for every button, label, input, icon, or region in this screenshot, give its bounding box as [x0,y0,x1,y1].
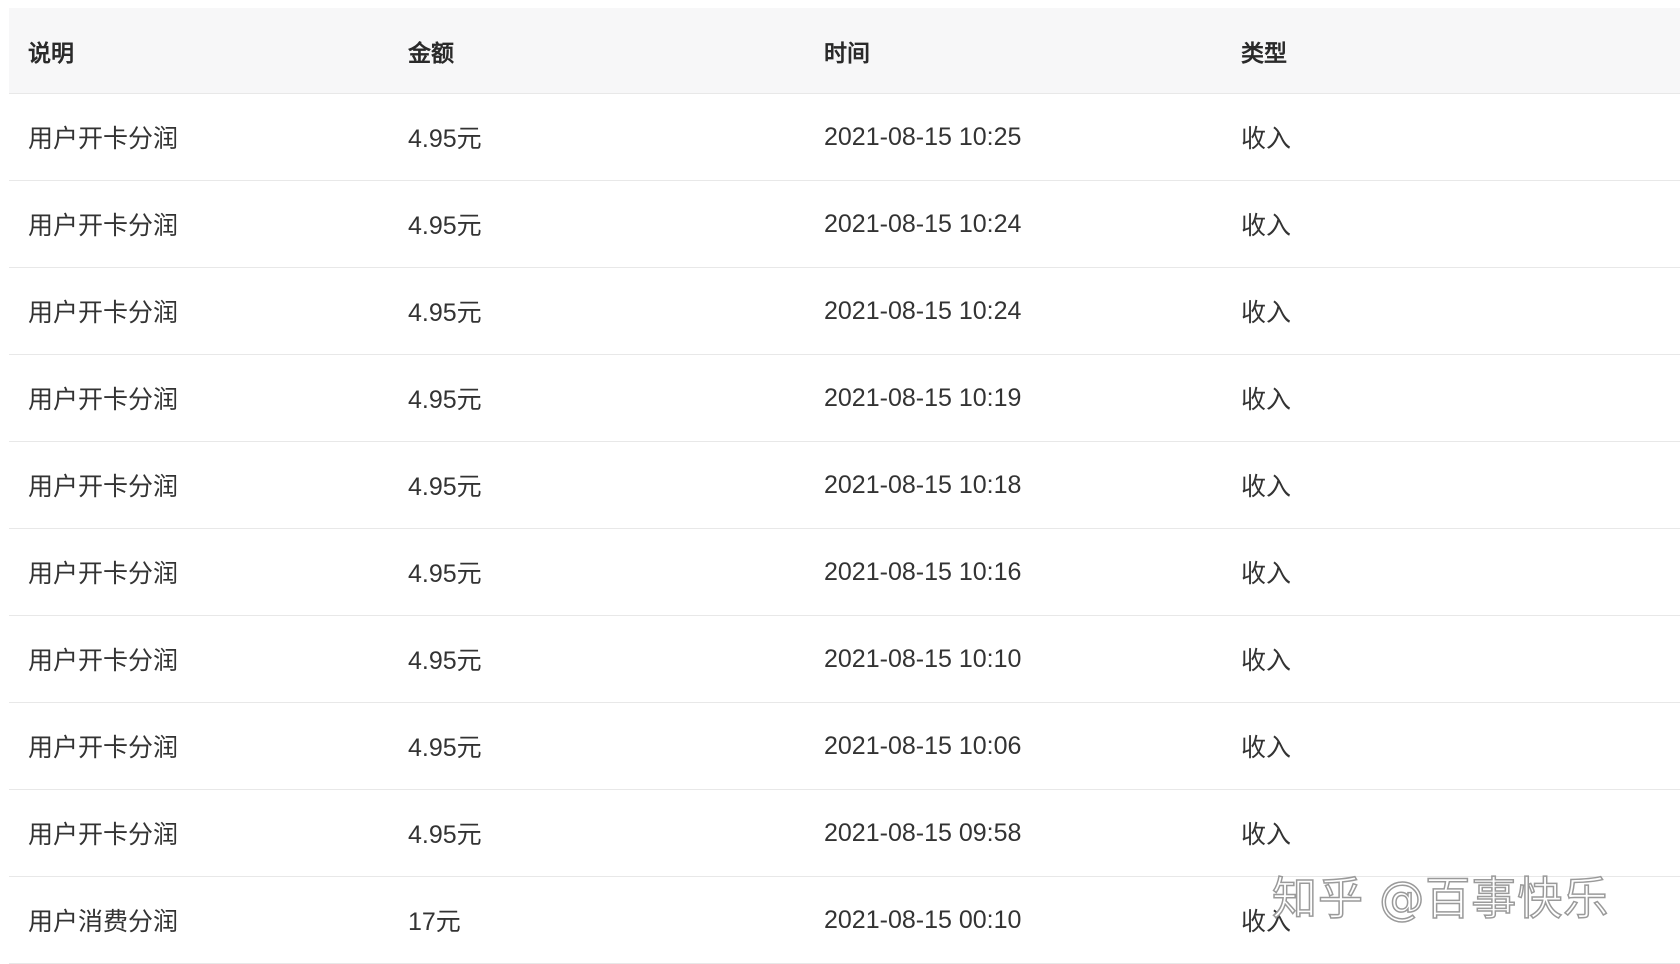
table-row: 用户开卡分润 4.95元 2021-08-15 10:19 收入 [9,355,1680,442]
row-description: 用户开卡分润 [28,212,179,240]
row-description: 用户开卡分润 [28,734,179,762]
row-time: 2021-08-15 10:24 [824,209,1022,238]
row-amount: 4.95元 [408,386,482,414]
row-type: 收入 [1241,125,1292,153]
row-time: 2021-08-15 10:24 [824,296,1022,325]
row-amount: 4.95元 [408,212,482,240]
table-row: 用户开卡分润 4.95元 2021-08-15 10:16 收入 [9,529,1680,616]
row-time: 2021-08-15 10:25 [824,122,1022,151]
row-time: 2021-08-15 10:10 [824,644,1022,673]
column-header-amount: 金额 [408,39,454,66]
row-description: 用户开卡分润 [28,125,179,153]
row-time: 2021-08-15 10:18 [824,470,1022,499]
row-type: 收入 [1241,647,1292,675]
row-type: 收入 [1241,734,1292,762]
table-row: 用户开卡分润 4.95元 2021-08-15 10:24 收入 [9,268,1680,355]
table-row: 用户开卡分润 4.95元 2021-08-15 10:06 收入 [9,703,1680,790]
row-amount: 4.95元 [408,473,482,501]
row-amount: 4.95元 [408,821,482,849]
row-type: 收入 [1241,473,1292,501]
row-amount: 4.95元 [408,299,482,327]
row-description: 用户开卡分润 [28,386,179,414]
row-description: 用户消费分润 [28,908,179,936]
column-header-description: 说明 [28,39,74,66]
table-row: 用户开卡分润 4.95元 2021-08-15 10:10 收入 [9,616,1680,703]
row-description: 用户开卡分润 [28,821,179,849]
row-amount: 4.95元 [408,734,482,762]
row-type: 收入 [1241,386,1292,414]
row-time: 2021-08-15 00:10 [824,905,1022,934]
table-header: 说明 金额 时间 类型 [9,8,1680,94]
row-time: 2021-08-15 09:58 [824,818,1022,847]
row-type: 收入 [1241,299,1292,327]
watermark: 知乎 @百事快乐 [1271,871,1610,926]
row-type: 收入 [1241,560,1292,588]
row-amount: 4.95元 [408,647,482,675]
table-row: 用户开卡分润 4.95元 2021-08-15 10:25 收入 [9,94,1680,181]
row-description: 用户开卡分润 [28,647,179,675]
row-description: 用户开卡分润 [28,560,179,588]
row-amount: 4.95元 [408,125,482,153]
row-type: 收入 [1241,821,1292,849]
column-header-type: 类型 [1241,39,1287,66]
table-row: 用户开卡分润 4.95元 2021-08-15 10:24 收入 [9,181,1680,268]
transactions-table: 说明 金额 时间 类型 用户开卡分润 4.95元 2021-08-15 10:2… [9,8,1680,964]
row-type: 收入 [1241,212,1292,240]
row-description: 用户开卡分润 [28,299,179,327]
column-header-time: 时间 [824,39,870,66]
row-time: 2021-08-15 10:19 [824,383,1022,412]
row-amount: 4.95元 [408,560,482,588]
row-time: 2021-08-15 10:06 [824,731,1022,760]
row-time: 2021-08-15 10:16 [824,557,1022,586]
row-amount: 17元 [408,908,461,936]
row-description: 用户开卡分润 [28,473,179,501]
table-row: 用户开卡分润 4.95元 2021-08-15 10:18 收入 [9,442,1680,529]
